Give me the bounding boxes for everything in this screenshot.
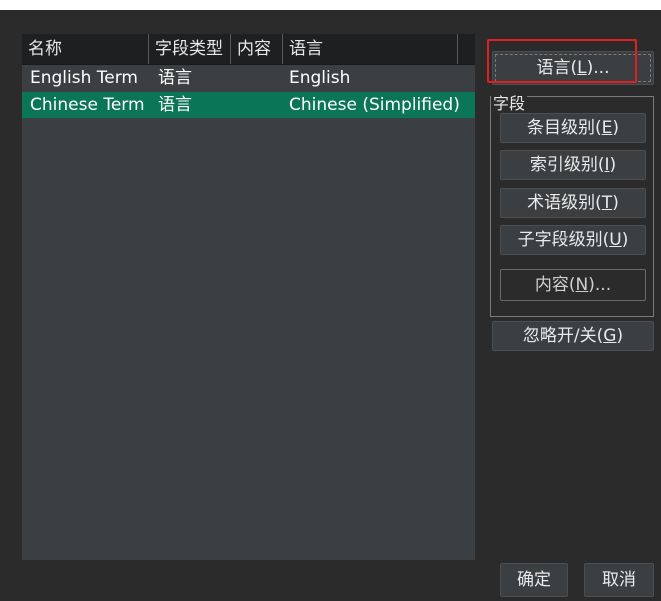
subfield-level-accel: U — [609, 230, 622, 250]
dialog: 名称 字段类型 内容 语言 English Term 语言 English Ch… — [0, 10, 661, 601]
list-row-chinese-term[interactable]: Chinese Term 语言 Chinese (Simplified) — [22, 92, 475, 118]
list-row-english-term[interactable]: English Term 语言 English — [22, 65, 475, 91]
column-header-content[interactable]: 内容 — [231, 34, 283, 64]
field-list[interactable]: 名称 字段类型 内容 语言 English Term 语言 English Ch… — [22, 34, 475, 560]
subfield-level-button[interactable]: 子字段级别(U) — [500, 225, 646, 255]
index-level-label: 索引级别( — [529, 155, 605, 175]
cancel-button[interactable]: 取消 — [584, 563, 654, 597]
cell-type: 语言 — [158, 68, 192, 88]
cell-name: Chinese Term — [30, 95, 145, 115]
entry-level-suffix: ) — [612, 118, 620, 138]
cell-name: English Term — [30, 68, 138, 88]
entry-level-button[interactable]: 条目级别(E) — [500, 113, 646, 143]
column-header-language[interactable]: 语言 — [283, 34, 458, 64]
column-header-name[interactable]: 名称 — [22, 34, 149, 64]
cell-language: English — [289, 68, 351, 88]
column-header-filler — [458, 34, 475, 64]
column-header-field-type[interactable]: 字段类型 — [149, 34, 231, 64]
ignore-toggle-accel: G — [603, 326, 617, 346]
highlight-annotation — [487, 39, 637, 83]
ignore-toggle-label: 忽略开/关( — [522, 326, 604, 346]
subfield-level-suffix: ) — [621, 230, 629, 250]
subfield-level-label: 子字段级别( — [517, 230, 610, 250]
cell-language: Chinese (Simplified) — [289, 95, 460, 115]
field-group-label: 字段 — [491, 90, 528, 114]
term-level-suffix: ) — [612, 193, 619, 213]
ok-button[interactable]: 确定 — [500, 563, 568, 597]
entry-level-accel: E — [601, 118, 613, 138]
content-suffix: )... — [588, 275, 612, 295]
cell-type: 语言 — [158, 95, 192, 115]
content-accel: N — [575, 275, 589, 295]
index-level-suffix: ) — [609, 155, 617, 175]
list-header: 名称 字段类型 内容 语言 — [22, 34, 475, 65]
entry-level-label: 条目级别( — [526, 118, 602, 138]
term-level-label: 术语级别( — [527, 193, 602, 213]
content-button[interactable]: 内容(N)... — [500, 269, 646, 301]
content-label: 内容( — [534, 275, 576, 295]
term-level-button[interactable]: 术语级别(T) — [500, 188, 646, 218]
ignore-toggle-suffix: ) — [616, 326, 624, 346]
term-level-accel: T — [601, 193, 613, 213]
index-level-button[interactable]: 索引级别(I) — [500, 150, 646, 180]
ignore-toggle-button[interactable]: 忽略开/关(G) — [492, 321, 654, 351]
